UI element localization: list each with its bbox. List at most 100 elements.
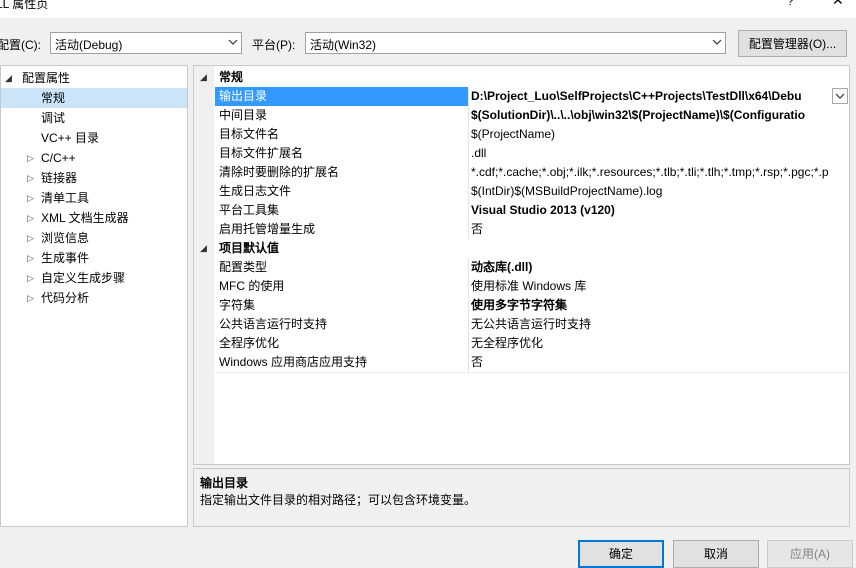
- property-name: 生成日志文件: [219, 184, 292, 198]
- tree-item-manifest-tool[interactable]: ▷ 清单工具: [1, 188, 187, 208]
- value-dropdown-button[interactable]: [832, 88, 848, 104]
- category-project-defaults[interactable]: ◢ 项目默认值: [194, 239, 849, 258]
- cancel-button[interactable]: 取消: [673, 540, 759, 568]
- property-name: 中间目录: [219, 108, 268, 122]
- property-value[interactable]: Visual Studio 2013 (v120): [471, 201, 849, 220]
- property-row-build-log[interactable]: 生成日志文件 $(IntDir)$(MSBuildProjectName).lo…: [194, 182, 849, 201]
- property-row-managed-incremental[interactable]: 启用托管增量生成 否: [194, 220, 849, 239]
- tree-item-build-events[interactable]: ▷ 生成事件: [1, 248, 187, 268]
- property-value[interactable]: $(SolutionDir)\..\..\obj\win32\$(Project…: [471, 106, 849, 125]
- category-general[interactable]: ◢ 常规: [194, 68, 849, 87]
- property-value[interactable]: 使用多字节字符集: [471, 296, 849, 315]
- config-manager-button[interactable]: 配置管理器(O)...: [738, 30, 847, 57]
- property-name: 公共语言运行时支持: [219, 317, 328, 331]
- property-name: 全程序优化: [219, 336, 280, 350]
- ok-button[interactable]: 确定: [578, 540, 664, 568]
- property-row-mfc-use[interactable]: MFC 的使用 使用标准 Windows 库: [194, 277, 849, 296]
- expand-triangle-icon[interactable]: ▷: [27, 148, 34, 168]
- platform-value: 活动(Win32): [310, 38, 377, 52]
- tree-item-debugging[interactable]: 调试: [1, 108, 187, 128]
- config-label: 配置(C):: [0, 38, 41, 52]
- config-dropdown[interactable]: 活动(Debug): [50, 32, 242, 54]
- property-row-target-ext[interactable]: 目标文件扩展名 .dll: [194, 144, 849, 163]
- property-value[interactable]: 动态库(.dll): [471, 258, 849, 277]
- property-name: 输出目录: [219, 89, 268, 103]
- tree-root[interactable]: ◢ 配置属性: [1, 68, 187, 88]
- tree-item-vc-directories[interactable]: VC++ 目录: [1, 128, 187, 148]
- property-row-output-dir[interactable]: 输出目录 D:\Project_Luo\SelfProjects\C++Proj…: [194, 87, 849, 106]
- expand-triangle-icon[interactable]: ▷: [27, 168, 34, 188]
- property-value[interactable]: 否: [471, 353, 849, 372]
- collapse-triangle-icon[interactable]: ◢: [200, 239, 207, 258]
- config-manager-label: 配置管理器(O)...: [748, 37, 837, 51]
- description-title: 输出目录: [200, 476, 249, 490]
- property-value[interactable]: *.cdf;*.cache;*.obj;*.ilk;*.resources;*.…: [471, 163, 849, 182]
- tree-item-browse-info[interactable]: ▷ 浏览信息: [1, 228, 187, 248]
- help-icon[interactable]: ?: [787, 0, 794, 8]
- category-label: 常规: [219, 70, 244, 84]
- expand-triangle-icon[interactable]: ▷: [27, 228, 34, 248]
- property-row-platform-toolset[interactable]: 平台工具集 Visual Studio 2013 (v120): [194, 201, 849, 220]
- expand-triangle-icon[interactable]: ▷: [27, 268, 34, 288]
- property-name: 目标文件扩展名: [219, 146, 304, 160]
- tree-item-label: 链接器: [41, 171, 78, 185]
- apply-label: 应用(A): [790, 547, 830, 561]
- property-row-clean-ext[interactable]: 清除时要删除的扩展名 *.cdf;*.cache;*.obj;*.ilk;*.r…: [194, 163, 849, 182]
- property-value[interactable]: 否: [471, 220, 849, 239]
- tree-item-xml-doc-generator[interactable]: ▷ XML 文档生成器: [1, 208, 187, 228]
- property-row-clr-support[interactable]: 公共语言运行时支持 无公共语言运行时支持: [194, 315, 849, 334]
- property-name: 启用托管增量生成: [219, 222, 316, 236]
- property-value[interactable]: $(ProjectName): [471, 125, 849, 144]
- property-row-config-type[interactable]: 配置类型 动态库(.dll): [194, 258, 849, 277]
- property-row-charset[interactable]: 字符集 使用多字节字符集: [194, 296, 849, 315]
- close-icon[interactable]: ✕: [832, 0, 844, 9]
- platform-dropdown[interactable]: 活动(Win32): [305, 32, 726, 54]
- property-value[interactable]: $(IntDir)$(MSBuildProjectName).log: [471, 182, 849, 201]
- tree-item-linker[interactable]: ▷ 链接器: [1, 168, 187, 188]
- tree-item-label: XML 文档生成器: [41, 211, 129, 225]
- expand-triangle-icon[interactable]: ▷: [27, 188, 34, 208]
- property-row-store-app-support[interactable]: Windows 应用商店应用支持 否: [194, 353, 849, 372]
- collapse-triangle-icon[interactable]: ◢: [200, 68, 207, 87]
- chevron-down-icon: [712, 39, 722, 45]
- chevron-down-icon: [228, 39, 238, 45]
- property-value[interactable]: .dll: [471, 144, 849, 163]
- tree-item-label: 常规: [41, 91, 66, 105]
- property-value[interactable]: 无公共语言运行时支持: [471, 315, 849, 334]
- expand-triangle-icon[interactable]: ▷: [27, 288, 34, 308]
- expand-triangle-icon[interactable]: ▷: [27, 208, 34, 228]
- cancel-label: 取消: [703, 547, 728, 561]
- property-row-intermediate-dir[interactable]: 中间目录 $(SolutionDir)\..\..\obj\win32\$(Pr…: [194, 106, 849, 125]
- apply-button[interactable]: 应用(A): [767, 540, 853, 568]
- tree-item-custom-build-step[interactable]: ▷ 自定义生成步骤: [1, 268, 187, 288]
- property-name: 字符集: [219, 298, 256, 312]
- tree-item-code-analysis[interactable]: ▷ 代码分析: [1, 288, 187, 308]
- property-value[interactable]: 无全程序优化: [471, 334, 849, 353]
- property-tree[interactable]: ◢ 配置属性 常规 调试 VC++ 目录 ▷ C/C++ ▷ 链接器 ▷ 清单工…: [0, 65, 188, 527]
- chevron-down-icon: [835, 93, 845, 99]
- description-pane: 输出目录 指定输出文件目录的相对路径；可以包含环境变量。: [193, 468, 850, 527]
- expanded-triangle-icon[interactable]: ◢: [5, 68, 12, 88]
- property-name: Windows 应用商店应用支持: [219, 355, 368, 369]
- config-value: 活动(Debug): [55, 38, 123, 52]
- property-grid[interactable]: ◢ 常规 输出目录 D:\Project_Luo\SelfProjects\C+…: [193, 65, 850, 465]
- tree-item-label: 自定义生成步骤: [41, 271, 126, 285]
- tree-root-label: 配置属性: [22, 71, 71, 85]
- property-name: 配置类型: [219, 260, 268, 274]
- property-value[interactable]: 使用标准 Windows 库: [471, 277, 849, 296]
- ok-label: 确定: [608, 547, 633, 561]
- tree-item-label: 调试: [41, 111, 66, 125]
- tree-item-general[interactable]: 常规: [1, 88, 187, 108]
- category-label: 项目默认值: [219, 241, 280, 255]
- title-bar: LL 属性页 ? ✕: [0, 0, 856, 18]
- expand-triangle-icon[interactable]: ▷: [27, 248, 34, 268]
- description-text: 指定输出文件目录的相对路径；可以包含环境变量。: [200, 493, 477, 507]
- tree-item-label: VC++ 目录: [41, 131, 100, 145]
- tree-item-label: 生成事件: [41, 251, 90, 265]
- property-row-target-name[interactable]: 目标文件名 $(ProjectName): [194, 125, 849, 144]
- property-name: MFC 的使用: [219, 279, 285, 293]
- property-row-whole-program-opt[interactable]: 全程序优化 无全程序优化: [194, 334, 849, 353]
- property-name: 平台工具集: [219, 203, 280, 217]
- property-value[interactable]: D:\Project_Luo\SelfProjects\C++Projects\…: [471, 87, 829, 106]
- tree-item-cpp[interactable]: ▷ C/C++: [1, 148, 187, 168]
